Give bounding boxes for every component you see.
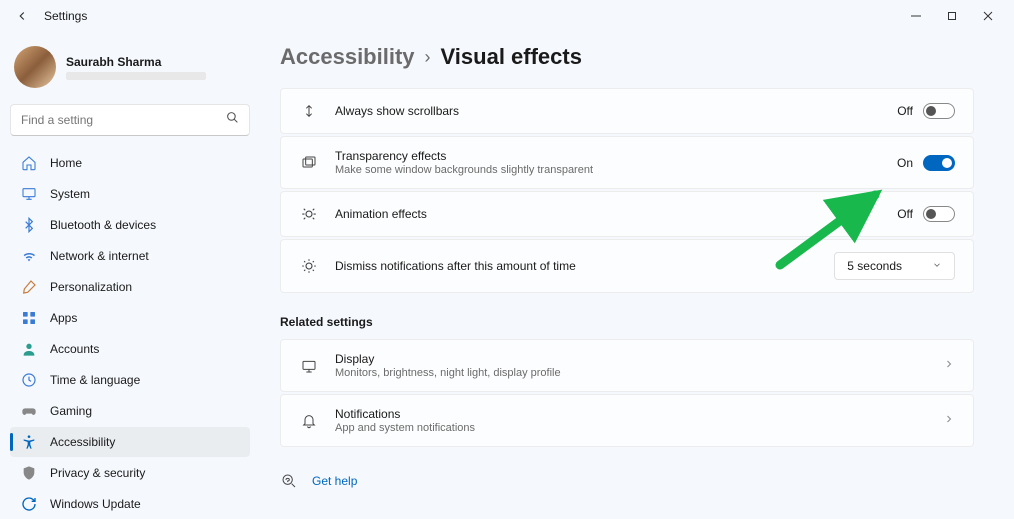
related-title: Notifications [335,407,927,421]
system-icon [20,185,38,203]
sidebar-item-label: Apps [50,311,77,325]
sidebar-item-system[interactable]: System [10,179,250,209]
setting-title: Animation effects [335,207,881,221]
setting-row[interactable]: Animation effects Off [280,191,974,237]
setting-title: Transparency effects [335,149,881,163]
sidebar-item-label: Privacy & security [50,466,145,480]
toggle-state-label: Off [897,207,913,221]
related-icon [299,411,319,431]
related-row[interactable]: Display Monitors, brightness, night ligh… [280,339,974,392]
sidebar-item-label: Time & language [50,373,140,387]
toggle-state-label: Off [897,104,913,118]
main-content: Accessibility › Visual effects Always sh… [260,32,1014,500]
maximize-button[interactable] [934,2,970,30]
sidebar-item-label: System [50,187,90,201]
toggle-switch[interactable] [923,103,955,119]
setting-title: Dismiss notifications after this amount … [335,259,818,273]
setting-icon [299,204,319,224]
sidebar-item-accounts[interactable]: Accounts [10,334,250,364]
help-links: Get help Give feedback [280,469,974,500]
avatar [14,46,56,88]
setting-subtitle: Make some window backgrounds slightly tr… [335,164,881,176]
game-icon [20,402,38,420]
setting-row[interactable]: Dismiss notifications after this amount … [280,239,974,293]
wifi-icon [20,247,38,265]
search-icon [226,111,239,129]
minimize-icon [911,11,921,21]
related-subtitle: App and system notifications [335,422,927,434]
breadcrumb-current: Visual effects [441,44,582,70]
related-row[interactable]: Notifications App and system notificatio… [280,394,974,447]
accessibility-icon [20,433,38,451]
sidebar-item-accessibility[interactable]: Accessibility [10,427,250,457]
profile-block[interactable]: Saurabh Sharma [10,40,250,94]
sidebar-item-gaming[interactable]: Gaming [10,396,250,426]
window-controls [898,2,1006,30]
home-icon [20,154,38,172]
chevron-right-icon: › [425,47,431,68]
minimize-button[interactable] [898,2,934,30]
sidebar-item-label: Personalization [50,280,132,294]
related-heading: Related settings [280,315,974,329]
sidebar-item-windows-update[interactable]: Windows Update [10,489,250,519]
titlebar: Settings [0,0,1014,32]
shield-icon [20,464,38,482]
sidebar-item-label: Accessibility [50,435,115,449]
sidebar-item-bluetooth-devices[interactable]: Bluetooth & devices [10,210,250,240]
profile-email-placeholder [66,72,206,80]
sidebar-item-label: Network & internet [50,249,149,263]
setting-row[interactable]: Transparency effects Make some window ba… [280,136,974,189]
related-list: Display Monitors, brightness, night ligh… [280,339,974,447]
sidebar-item-apps[interactable]: Apps [10,303,250,333]
sidebar-item-personalization[interactable]: Personalization [10,272,250,302]
search-box[interactable] [10,104,250,136]
back-button[interactable] [8,2,36,30]
sidebar-item-home[interactable]: Home [10,148,250,178]
search-input[interactable] [21,113,226,127]
setting-icon [299,153,319,173]
get-help-link[interactable]: Get help [312,474,357,488]
sidebar-item-label: Accounts [50,342,99,356]
toggle-state-label: On [897,156,913,170]
help-icon [280,473,298,489]
sidebar-item-label: Bluetooth & devices [50,218,156,232]
person-icon [20,340,38,358]
sidebar-item-label: Windows Update [50,497,141,511]
maximize-icon [947,11,957,21]
update-icon [20,495,38,513]
toggle-switch[interactable] [923,206,955,222]
breadcrumb-parent[interactable]: Accessibility [280,44,415,70]
brush-icon [20,278,38,296]
sidebar: Saurabh Sharma Home System Bluetooth & dev… [0,32,260,500]
window-title: Settings [44,9,87,23]
nav-list: Home System Bluetooth & devices Network & i… [10,148,250,519]
sidebar-item-privacy-security[interactable]: Privacy & security [10,458,250,488]
related-icon [299,356,319,376]
sidebar-item-network-internet[interactable]: Network & internet [10,241,250,271]
related-subtitle: Monitors, brightness, night light, displ… [335,367,927,379]
back-arrow-icon [15,9,29,23]
setting-row[interactable]: Always show scrollbars Off [280,88,974,134]
profile-name: Saurabh Sharma [66,55,206,69]
apps-icon [20,309,38,327]
settings-list: Always show scrollbars Off Transparency … [280,88,974,293]
chevron-right-icon [943,412,955,430]
clock-icon [20,371,38,389]
related-title: Display [335,352,927,366]
setting-title: Always show scrollbars [335,104,881,118]
toggle-switch[interactable] [923,155,955,171]
sidebar-item-time-language[interactable]: Time & language [10,365,250,395]
close-button[interactable] [970,2,1006,30]
chevron-down-icon [932,259,942,273]
chevron-right-icon [943,357,955,375]
sidebar-item-label: Gaming [50,404,92,418]
setting-icon [299,256,319,276]
close-icon [983,11,993,21]
bluetooth-icon [20,216,38,234]
select-value: 5 seconds [847,259,902,273]
setting-icon [299,101,319,121]
breadcrumb: Accessibility › Visual effects [280,44,974,70]
sidebar-item-label: Home [50,156,82,170]
dismiss-time-select[interactable]: 5 seconds [834,252,955,280]
